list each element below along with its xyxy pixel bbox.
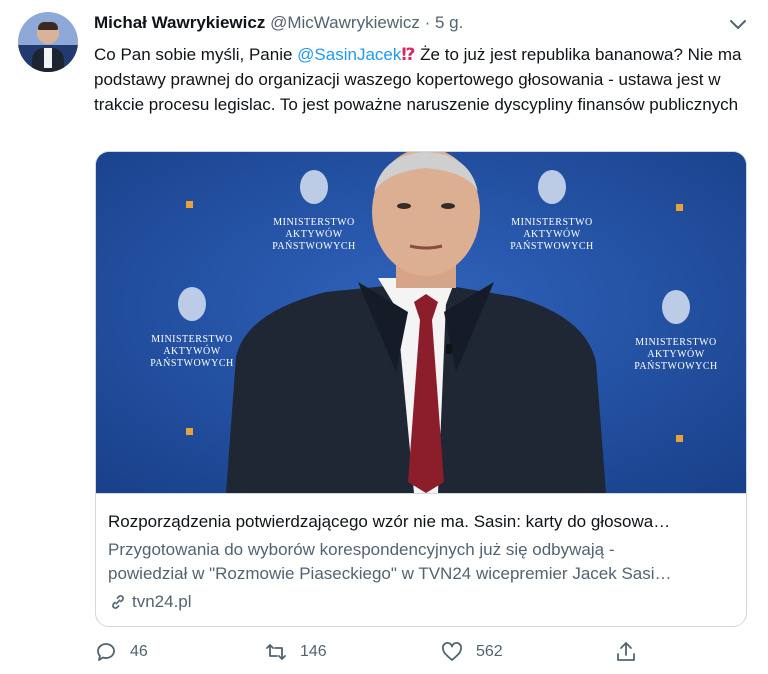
like-count: 562 bbox=[476, 643, 503, 660]
heart-icon bbox=[442, 642, 462, 661]
card-title[interactable]: Rozporządzenia potwierdzającego wzór nie… bbox=[108, 510, 734, 534]
tweet-text-part1: Co Pan sobie myśli, Panie bbox=[94, 45, 298, 64]
link-card[interactable]: MINISTERSTWO AKTYWÓW PAŃSTWOWYCH MINISTE… bbox=[95, 151, 747, 627]
sign-text-line: AKTYWÓW bbox=[647, 348, 704, 360]
sign-text-line: PAŃSTWOWYCH bbox=[272, 240, 355, 252]
sign-text-line: AKTYWÓW bbox=[523, 228, 580, 240]
card-description-line: Przygotowania do wyborów korespondencyjn… bbox=[108, 540, 615, 559]
tweet-actions: 46 146 562 bbox=[94, 636, 654, 668]
chevron-down-icon[interactable] bbox=[726, 12, 750, 36]
mention-link[interactable]: @SasinJacek bbox=[297, 45, 401, 64]
card-description: Przygotowania do wyborów korespondencyjn… bbox=[108, 538, 734, 586]
card-domain[interactable]: tvn24.pl bbox=[108, 590, 192, 614]
link-icon bbox=[112, 595, 124, 609]
timestamp[interactable]: 5 g. bbox=[435, 13, 463, 32]
sign-text-line: AKTYWÓW bbox=[163, 345, 220, 357]
share-button[interactable] bbox=[614, 636, 638, 668]
sign-text-line: MINISTERSTWO bbox=[151, 334, 233, 345]
sign-text-line: PAŃSTWOWYCH bbox=[510, 240, 593, 252]
card-image[interactable]: MINISTERSTWO AKTYWÓW PAŃSTWOWYCH MINISTE… bbox=[96, 152, 746, 493]
reply-count: 46 bbox=[130, 643, 148, 660]
retweet-icon bbox=[266, 644, 286, 660]
retweet-count: 146 bbox=[300, 643, 327, 660]
tweet-text: Co Pan sobie myśli, Panie @SasinJacek⁉ Ż… bbox=[94, 42, 754, 117]
share-icon bbox=[617, 642, 635, 661]
reply-button[interactable]: 46 bbox=[94, 636, 148, 668]
reply-icon bbox=[97, 643, 115, 661]
author-handle[interactable]: @MicWawrykiewicz bbox=[270, 13, 420, 32]
sign-text-line: MINISTERSTWO bbox=[273, 217, 355, 228]
card-description-line: powiedział w "Rozmowie Piaseckiego" w TV… bbox=[108, 564, 672, 583]
sign-text-line: PAŃSTWOWYCH bbox=[634, 360, 717, 372]
sign-text-line: MINISTERSTWO bbox=[511, 217, 593, 228]
card-body[interactable]: Rozporządzenia potwierdzającego wzór nie… bbox=[96, 493, 746, 626]
like-button[interactable]: 562 bbox=[440, 636, 503, 668]
sign-text-line: AKTYWÓW bbox=[285, 228, 342, 240]
interrobang-emoji: ⁉ bbox=[401, 45, 416, 64]
separator: · bbox=[424, 13, 431, 32]
card-domain-text: tvn24.pl bbox=[132, 592, 192, 611]
tweet-header: Michał Wawrykiewicz @MicWawrykiewicz · 5… bbox=[94, 12, 463, 34]
tweet[interactable]: Michał Wawrykiewicz @MicWawrykiewicz · 5… bbox=[0, 0, 768, 674]
avatar[interactable] bbox=[18, 12, 78, 72]
press-conference-photo: MINISTERSTWO AKTYWÓW PAŃSTWOWYCH MINISTE… bbox=[96, 152, 746, 493]
retweet-button[interactable]: 146 bbox=[264, 636, 327, 668]
sign-text-line: MINISTERSTWO bbox=[635, 337, 717, 348]
author-name[interactable]: Michał Wawrykiewicz bbox=[94, 13, 265, 32]
sign-text-line: PAŃSTWOWYCH bbox=[150, 357, 233, 369]
